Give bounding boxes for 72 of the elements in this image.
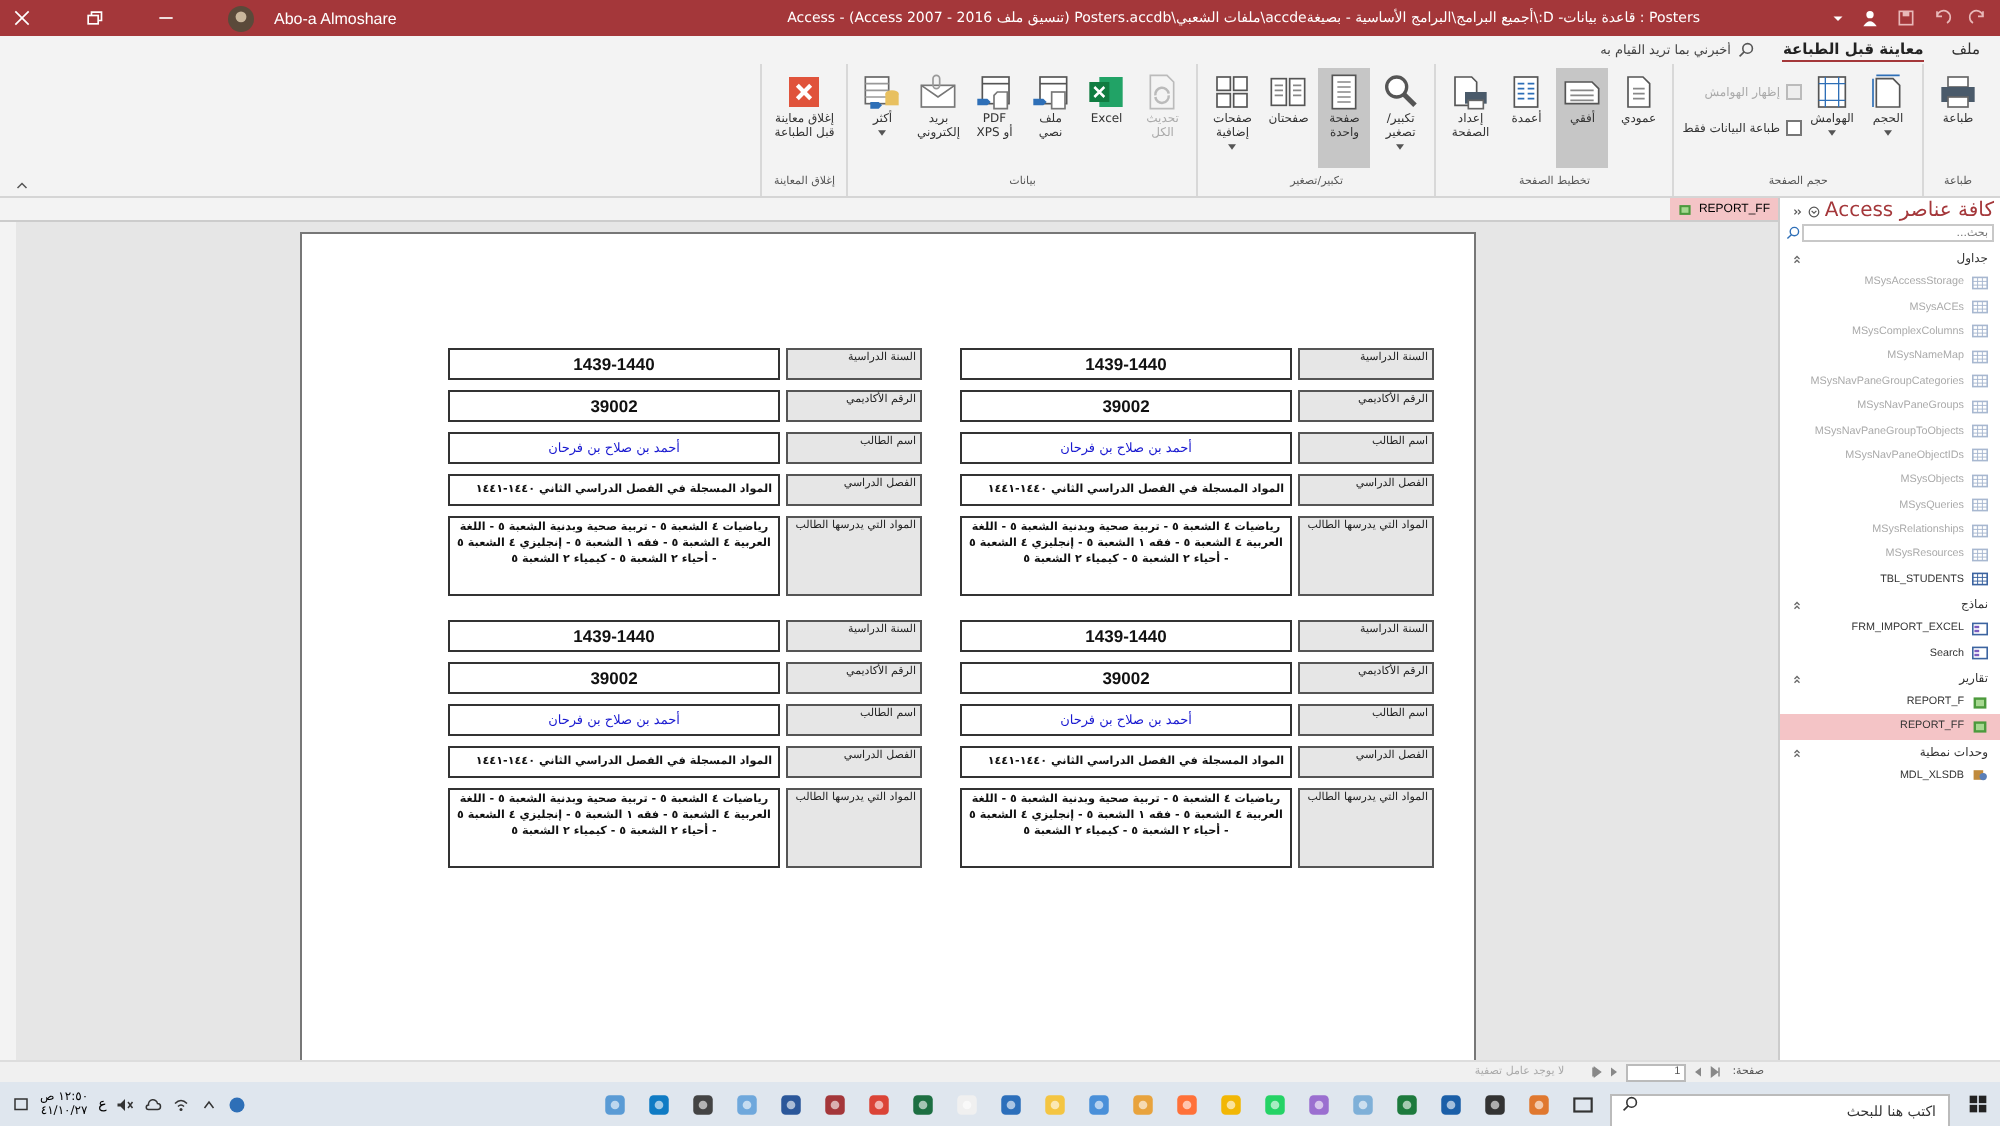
module-icon — [1972, 768, 1988, 783]
chevron-up-icon[interactable] — [200, 1095, 219, 1113]
redo-icon[interactable] — [1968, 8, 1988, 28]
checkbox[interactable] — [1786, 120, 1802, 136]
two-pages-icon — [1268, 72, 1309, 112]
collapse-icon[interactable] — [1792, 747, 1802, 758]
envelope-icon — [918, 72, 959, 112]
collapse-icon[interactable] — [16, 180, 28, 190]
save-icon[interactable] — [1896, 8, 1916, 28]
field-value: 1439-1440 — [960, 620, 1292, 652]
field-value: 1439-1440 — [960, 348, 1292, 380]
app-icon[interactable] — [690, 1091, 716, 1117]
app-icon[interactable] — [1482, 1091, 1508, 1117]
search-icon — [1738, 42, 1755, 58]
app-icon[interactable] — [778, 1091, 804, 1117]
four-pages-icon — [1212, 72, 1253, 112]
table-icon — [1972, 324, 1988, 339]
first-page-icon[interactable] — [1710, 1066, 1723, 1078]
margins-icon — [1812, 72, 1852, 112]
user-name[interactable]: Abo-a Almoshare — [274, 9, 397, 27]
restore-icon[interactable] — [84, 8, 104, 28]
printer-icon — [1938, 72, 1978, 112]
windows-icon[interactable] — [1968, 1094, 1988, 1114]
field-value: 39002 — [960, 662, 1292, 694]
magnifier-icon — [1380, 72, 1421, 112]
form-icon — [1972, 646, 1988, 661]
dropdown-icon[interactable] — [1808, 205, 1821, 217]
cloud-icon[interactable] — [144, 1095, 163, 1113]
close-icon[interactable] — [12, 8, 32, 28]
table-icon — [1972, 523, 1988, 538]
speaker-muted-icon[interactable] — [116, 1095, 135, 1113]
field-value: 1439-1440 — [448, 348, 780, 380]
table-icon — [1972, 572, 1988, 587]
close-icon — [784, 72, 825, 112]
table-icon — [1972, 498, 1988, 513]
app-icon[interactable] — [910, 1091, 936, 1117]
table-icon — [1972, 349, 1988, 364]
app-icon[interactable] — [1438, 1091, 1464, 1117]
report-icon — [1678, 203, 1693, 215]
table-icon — [1972, 275, 1988, 290]
collapse-icon[interactable] — [1792, 600, 1802, 611]
pane-title: كافة عناصر Access — [1824, 200, 1994, 222]
table-icon — [1972, 473, 1988, 488]
caret-icon[interactable] — [1832, 12, 1844, 24]
table-icon — [1972, 448, 1988, 463]
collapse-icon[interactable] — [1792, 673, 1802, 684]
avatar-icon[interactable] — [228, 5, 254, 31]
table-icon — [1972, 374, 1988, 389]
field-value: 39002 — [960, 390, 1292, 422]
collapse-icon[interactable] — [1792, 205, 1805, 217]
table-icon — [1972, 300, 1988, 315]
search-icon — [1786, 226, 1800, 240]
previous-page-icon[interactable] — [1692, 1066, 1705, 1078]
field-value: 39002 — [448, 662, 780, 694]
person-icon[interactable] — [1860, 8, 1880, 28]
app-icon[interactable] — [822, 1091, 848, 1117]
spreadsheet-icon — [1086, 72, 1127, 112]
page-setup-icon — [1450, 72, 1491, 112]
next-page-icon[interactable] — [1608, 1066, 1621, 1078]
wifi-icon[interactable] — [172, 1095, 191, 1113]
search-icon — [1622, 1096, 1638, 1112]
database-icon — [862, 72, 903, 112]
table-icon — [1972, 547, 1988, 562]
field-value: 39002 — [448, 390, 780, 422]
last-page-icon[interactable] — [1590, 1066, 1603, 1078]
collapse-icon[interactable] — [1792, 254, 1802, 264]
table-icon — [1972, 399, 1988, 414]
form-icon — [1972, 621, 1988, 636]
table-icon — [1972, 424, 1988, 439]
field-value: 1439-1440 — [448, 620, 780, 652]
app-icon[interactable] — [1394, 1091, 1420, 1117]
undo-icon[interactable] — [1932, 8, 1952, 28]
